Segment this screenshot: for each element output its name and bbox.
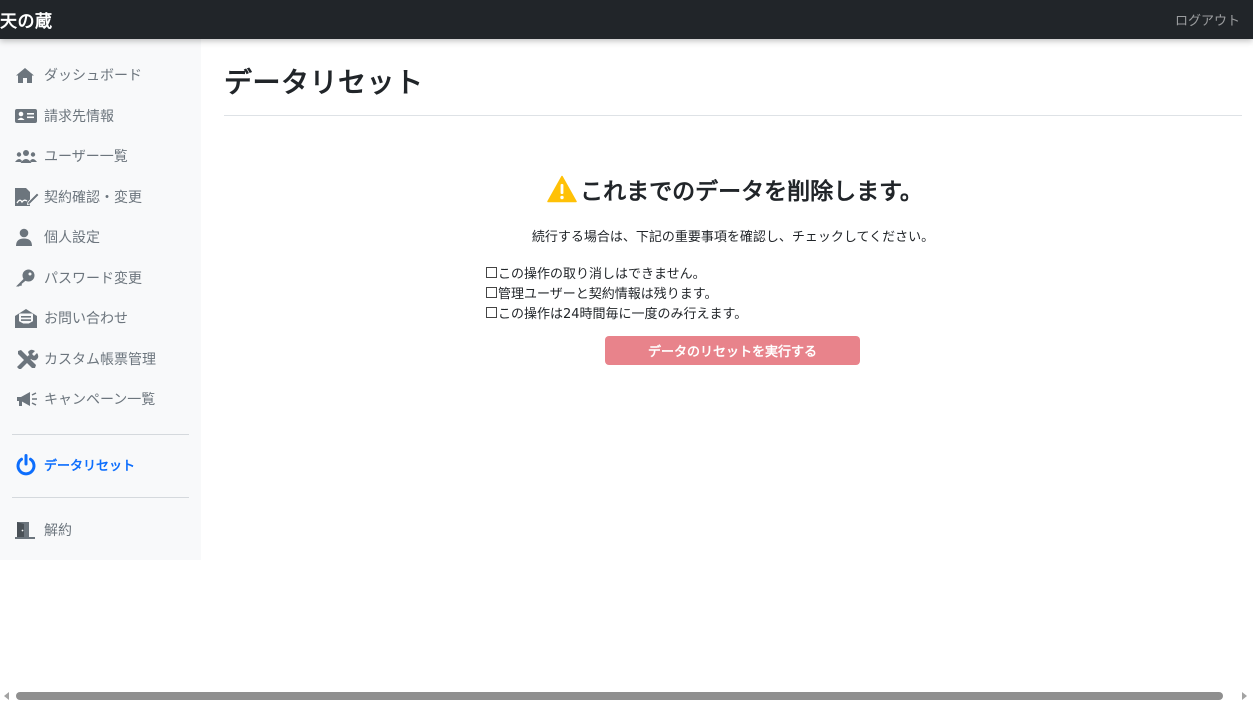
page-title: データリセット <box>224 66 424 99</box>
warning-heading-text: これまでのデータを削除します。 <box>580 179 923 205</box>
reset-panel: これまでのデータを削除します。 続行する場合は、下記の重要事項を確認し、チェック… <box>224 172 1242 365</box>
power-icon <box>15 453 41 476</box>
sidebar-item-label: 契約確認・変更 <box>44 189 142 206</box>
sidebar-item-label: キャンペーン一覧 <box>44 392 156 409</box>
sidebar-item-password[interactable]: パスワード変更 <box>0 258 201 299</box>
scrollbar-thumb[interactable] <box>16 692 1223 700</box>
sidebar-item-label: データリセット <box>44 459 136 475</box>
instruction-text: 続行する場合は、下記の重要事項を確認し、チェックしてください。 <box>531 230 935 245</box>
sidebar-item-label: 解約 <box>44 523 72 540</box>
warning-heading: これまでのデータを削除します。 <box>224 172 1242 206</box>
confirm-check-irreversible[interactable]: この操作の取り消しはできません。 <box>486 263 786 282</box>
scroll-right-icon[interactable] <box>1242 692 1247 700</box>
confirm-check-once-per-day[interactable]: この操作は24時間毎に一度のみ行えます。 <box>486 303 786 322</box>
sidebar: ダッシュボード 請求先情報 ユーザー一覧 契約確認・変更 個人設定 パスワード変… <box>0 39 201 560</box>
sidebar-item-campaigns[interactable]: キャンペーン一覧 <box>0 379 201 420</box>
sidebar-item-personal-settings[interactable]: 個人設定 <box>0 217 201 258</box>
users-icon <box>15 146 41 166</box>
checkbox[interactable] <box>486 266 497 278</box>
confirmation-checklist: この操作の取り消しはできません。 管理ユーザーと契約情報は残ります。 この操作は… <box>486 263 786 322</box>
sidebar-divider <box>12 497 189 498</box>
title-divider <box>224 115 1242 116</box>
warning-triangle-icon <box>547 175 577 203</box>
sidebar-item-label: ダッシュボード <box>44 68 142 85</box>
home-icon <box>15 65 41 85</box>
sidebar-item-label: 請求先情報 <box>44 108 114 125</box>
checkbox-label: この操作の取り消しはできません。 <box>498 266 706 282</box>
checkbox-label: 管理ユーザーと契約情報は残ります。 <box>498 286 718 302</box>
execute-reset-button[interactable]: データのリセットを実行する <box>605 336 860 365</box>
sidebar-divider <box>12 433 189 435</box>
sidebar-item-contract[interactable]: 契約確認・変更 <box>0 177 201 218</box>
checkbox[interactable] <box>486 286 497 298</box>
sidebar-item-label: 個人設定 <box>44 230 100 247</box>
confirm-check-admin-retained[interactable]: 管理ユーザーと契約情報は残ります。 <box>486 283 786 302</box>
sidebar-item-custom-forms[interactable]: カスタム帳票管理 <box>0 339 201 380</box>
tools-icon <box>15 349 41 369</box>
sidebar-item-cancel-contract[interactable]: 解約 <box>0 510 201 551</box>
sidebar-item-billing[interactable]: 請求先情報 <box>0 96 201 137</box>
bullhorn-icon <box>15 389 41 409</box>
main-content: データリセット これまでのデータを削除します。 続行する場合は、下記の重要事項を… <box>224 39 1242 365</box>
brand-logo[interactable]: 天の蔵 <box>0 7 53 32</box>
sidebar-item-label: パスワード変更 <box>44 270 142 287</box>
sidebar-item-users[interactable]: ユーザー一覧 <box>0 136 201 177</box>
door-open-icon <box>15 520 41 540</box>
key-icon <box>15 268 41 288</box>
file-signature-icon <box>15 187 41 207</box>
logout-link[interactable]: ログアウト <box>1175 10 1240 29</box>
sidebar-item-data-reset[interactable]: データリセット <box>0 445 201 486</box>
checkbox-label: この操作は24時間毎に一度のみ行えます。 <box>498 306 748 322</box>
user-icon <box>15 227 41 247</box>
sidebar-item-label: ユーザー一覧 <box>44 149 128 166</box>
scroll-left-icon[interactable] <box>4 692 9 700</box>
horizontal-scrollbar[interactable] <box>0 689 1253 705</box>
envelope-open-icon <box>15 308 41 328</box>
sidebar-item-label: お問い合わせ <box>44 311 128 328</box>
checkbox[interactable] <box>486 306 497 318</box>
sidebar-item-label: カスタム帳票管理 <box>44 351 156 368</box>
sidebar-item-contact[interactable]: お問い合わせ <box>0 298 201 339</box>
id-card-icon <box>15 106 41 126</box>
top-navbar: 天の蔵 ログアウト <box>0 0 1253 39</box>
sidebar-item-dashboard[interactable]: ダッシュボード <box>0 55 201 96</box>
